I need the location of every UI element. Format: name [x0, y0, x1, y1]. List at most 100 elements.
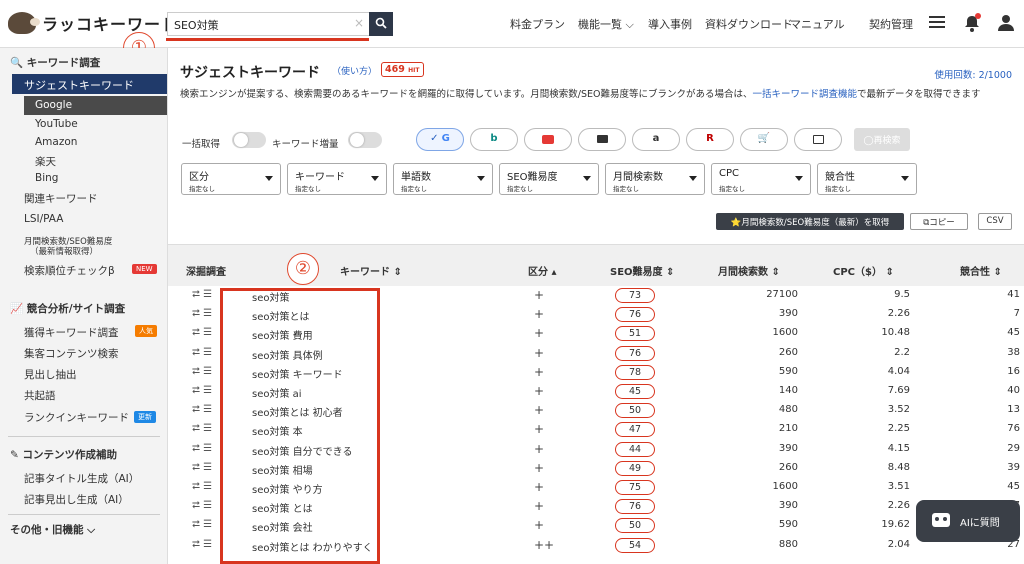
dig-icon[interactable]: ⮂ ☰ — [192, 289, 212, 300]
nav-contract[interactable]: 契約管理 — [869, 16, 913, 32]
engine-google-button[interactable]: ✓ G — [416, 128, 464, 151]
cell-volume: 480 — [778, 404, 798, 416]
search-input[interactable]: SEO対策 × — [167, 12, 369, 36]
clear-icon[interactable]: × — [354, 16, 364, 30]
sidebar-item-google[interactable]: Google — [24, 96, 167, 115]
filter-keyword[interactable]: キーワード 指定なし — [287, 163, 387, 195]
dig-icon[interactable]: ⮂ ☰ — [192, 404, 212, 415]
engine-image-button[interactable] — [794, 128, 842, 151]
dig-icon[interactable]: ⮂ ☰ — [192, 366, 212, 377]
sidebar-item-headings[interactable]: 見出し抽出 — [24, 367, 77, 382]
toggle-increase[interactable] — [348, 132, 382, 148]
cell-seo: 51 — [615, 326, 655, 342]
caret-down-icon — [583, 176, 591, 181]
bell-icon[interactable] — [962, 13, 982, 33]
ai-question-label: AIに質問 — [960, 518, 1000, 529]
sidebar-item-cooccur[interactable]: 共起語 — [24, 388, 56, 403]
engine-youtube-button[interactable] — [524, 128, 572, 151]
filter-wordcount[interactable]: 単語数 指定なし — [393, 163, 493, 195]
th-volume[interactable]: 月間検索数 ⇕ — [718, 263, 780, 278]
rescan-button[interactable]: ◯再検索 — [854, 128, 910, 151]
dig-icon[interactable]: ⮂ ☰ — [192, 481, 212, 492]
sidebar-item-amazon[interactable]: Amazon — [35, 136, 77, 148]
user-icon[interactable] — [996, 13, 1016, 33]
cell-competition: 13 — [1007, 404, 1020, 416]
get-latest-button[interactable]: ⭐月間検索数/SEO難易度（最新）を取得 — [716, 213, 904, 230]
dig-icon[interactable]: ⮂ ☰ — [192, 308, 212, 319]
nav-cases[interactable]: 導入事例 — [648, 16, 692, 32]
ai-question-button[interactable]: AIに質問 — [916, 500, 1020, 542]
th-keyword[interactable]: キーワード ⇕ — [340, 263, 402, 278]
sidebar-head-content-label: コンテンツ作成補助 — [22, 449, 117, 461]
search-button[interactable] — [369, 12, 393, 36]
nav-pricing[interactable]: 料金プラン — [510, 16, 565, 32]
cell-volume: 27100 — [766, 289, 798, 300]
bulk-keyword-link[interactable]: 一括キーワード調査機能 — [752, 89, 857, 100]
nav-features[interactable]: 機能一覧 ⌵ — [578, 16, 634, 32]
dig-icon[interactable]: ⮂ ☰ — [192, 519, 212, 530]
howto-link[interactable]: （使い方） — [332, 64, 377, 77]
cell-cpc: 9.5 — [894, 289, 910, 300]
dig-icon[interactable]: ⮂ ☰ — [192, 327, 212, 338]
search-value[interactable]: SEO対策 — [174, 17, 219, 33]
sidebar-item-suggest[interactable]: サジェストキーワード — [12, 74, 167, 94]
logo[interactable]: ラッコキーワード — [8, 11, 178, 35]
dig-icon[interactable]: ⮂ ☰ — [192, 539, 212, 550]
cell-category: + — [534, 518, 545, 533]
engine-amazon-button[interactable]: a — [632, 128, 680, 151]
sidebar-item-content-search[interactable]: 集客コンテンツ検索 — [24, 346, 119, 361]
dig-icon[interactable]: ⮂ ☰ — [192, 385, 212, 396]
usage-count: 使用回数: 2/1000 — [934, 70, 1012, 81]
caret-down-icon — [689, 176, 697, 181]
copy-button[interactable]: ⧉コピー — [910, 213, 968, 230]
cell-competition: 29 — [1007, 442, 1020, 454]
engine-shopping-button[interactable]: 🛒 — [740, 128, 788, 151]
engine-rakuten-button[interactable]: R — [686, 128, 734, 151]
engine-bing-button[interactable]: b — [470, 128, 518, 151]
th-category[interactable]: 区分 ▴ — [528, 263, 557, 278]
sidebar-item-related[interactable]: 関連キーワード — [24, 191, 98, 206]
th-competition[interactable]: 競合性 ⇕ — [960, 263, 1002, 278]
cell-volume: 210 — [778, 423, 798, 435]
toggle-bulk[interactable] — [232, 132, 266, 148]
dig-icon[interactable]: ⮂ ☰ — [192, 423, 212, 434]
cell-volume: 390 — [778, 500, 798, 512]
sidebar-item-youtube[interactable]: YouTube — [35, 118, 78, 130]
th-cpc[interactable]: CPC（$） ⇕ — [833, 263, 894, 278]
dig-icon[interactable]: ⮂ ☰ — [192, 347, 212, 358]
sidebar-item-rank-check[interactable]: 検索順位チェックβ — [24, 263, 115, 278]
filter-cpc[interactable]: CPC 指定なし — [711, 163, 811, 195]
filter-label: 月間検索数 — [613, 172, 663, 183]
filter-seo[interactable]: SEO難易度 指定なし — [499, 163, 599, 195]
sidebar-divider-2 — [8, 514, 160, 515]
dig-icon[interactable]: ⮂ ☰ — [192, 500, 212, 511]
nav-manual[interactable]: マニュアル — [790, 16, 845, 32]
filter-competition[interactable]: 競合性 指定なし — [817, 163, 917, 195]
filter-category[interactable]: 区分 指定なし — [181, 163, 281, 195]
page-title: サジェストキーワード — [180, 65, 320, 81]
cell-cpc: 10.48 — [881, 327, 910, 339]
sidebar-item-title-gen[interactable]: 記事タイトル生成（AI） — [24, 471, 139, 486]
sidebar-item-acquired[interactable]: 獲得キーワード調査 — [24, 325, 119, 340]
new-badge: NEW — [132, 264, 157, 274]
filter-volume[interactable]: 月間検索数 指定なし — [605, 163, 705, 195]
sidebar-item-rankin[interactable]: ランクインキーワード — [24, 410, 129, 425]
filter-sub: 指定なし — [719, 185, 745, 193]
sidebar-item-heading-gen[interactable]: 記事見出し生成（AI） — [24, 492, 129, 507]
cell-seo: 50 — [615, 518, 655, 534]
engine-video-button[interactable] — [578, 128, 626, 151]
csv-button[interactable]: CSV — [978, 213, 1012, 230]
th-seo[interactable]: SEO難易度 ⇕ — [610, 263, 674, 278]
sidebar-item-bing[interactable]: Bing — [35, 172, 58, 184]
cell-category: + — [534, 307, 545, 322]
sidebar-head-other[interactable]: その他・旧機能 ⌵ — [10, 522, 95, 537]
sidebar-item-rakuten[interactable]: 楽天 — [35, 154, 56, 169]
menu-icon[interactable] — [929, 13, 945, 31]
dig-icon[interactable]: ⮂ ☰ — [192, 443, 212, 454]
cell-cpc: 2.25 — [887, 423, 910, 435]
dig-icon[interactable]: ⮂ ☰ — [192, 462, 212, 473]
sidebar-head-keyword: 🔍 キーワード調査 — [10, 57, 101, 69]
cell-volume: 260 — [778, 461, 798, 473]
nav-download[interactable]: 資料ダウンロード — [705, 16, 793, 32]
sidebar-item-lsi[interactable]: LSI/PAA — [24, 213, 63, 225]
